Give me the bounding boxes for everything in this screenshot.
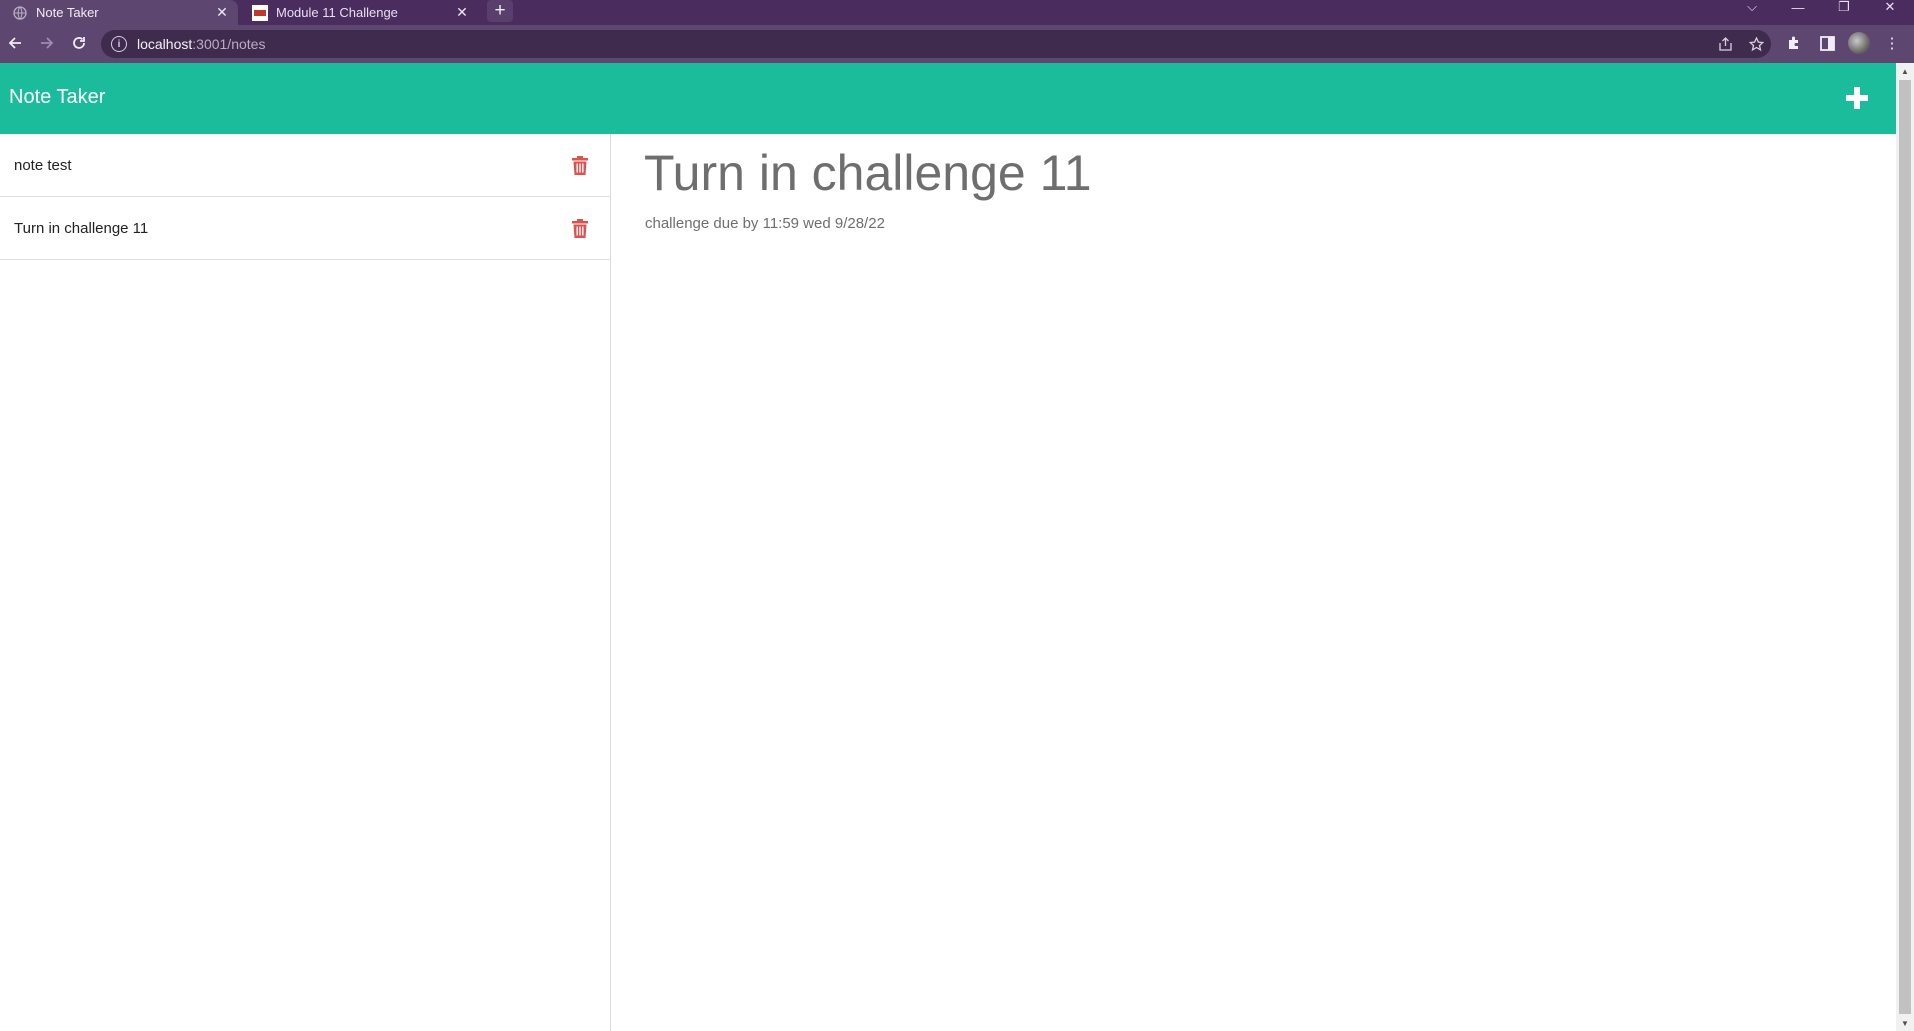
restore-icon[interactable]: ❐ [1826,0,1862,14]
scroll-up-arrow-icon[interactable]: ▲ [1896,63,1914,79]
profile-avatar[interactable] [1845,29,1873,57]
plus-icon [1846,87,1868,109]
back-icon[interactable] [1,29,29,57]
note-title-input[interactable]: Turn in challenge 11 [644,144,1092,202]
app-title[interactable]: Note Taker [9,86,105,109]
site-favicon-icon [252,4,268,21]
url-path: :3001/notes [192,36,266,52]
list-item[interactable]: Turn in challenge 11 [0,197,610,260]
list-item[interactable]: note test [0,134,610,197]
note-title[interactable]: note test [14,157,570,174]
tab-close-icon[interactable]: ✕ [212,3,232,23]
url-host: localhost [137,36,193,52]
scroll-down-arrow-icon[interactable]: ▼ [1896,1015,1914,1031]
browser-toolbar: i localhost:3001/notes ⋮ [0,25,1914,63]
url-text: localhost:3001/notes [137,36,265,52]
menu-icon[interactable]: ⋮ [1878,29,1906,57]
tab-note-taker[interactable]: Note Taker ✕ [0,0,238,25]
extensions-icon[interactable] [1780,29,1808,57]
tab-title: Note Taker [36,5,99,20]
scrollbar-thumb[interactable] [1899,80,1911,1014]
tab-close-icon[interactable]: ✕ [452,3,472,23]
note-editor: Turn in challenge 11 challenge due by 11… [612,134,1896,1031]
browser-tab-strip: Note Taker ✕ Module 11 Challenge ✕ + ⌵ —… [0,0,1914,25]
avatar-image [1848,32,1870,54]
trash-icon[interactable] [570,217,590,239]
reload-icon[interactable] [65,29,93,57]
page-scrollbar[interactable]: ▲ ▼ [1896,63,1914,1031]
tab-module-challenge[interactable]: Module 11 Challenge ✕ [240,0,478,25]
tab-title: Module 11 Challenge [276,5,398,20]
note-title[interactable]: Turn in challenge 11 [14,220,570,237]
app-header: Note Taker [0,63,1896,134]
forward-icon[interactable] [33,29,61,57]
notes-list: note test Turn in challenge 11 [0,134,611,1031]
new-tab-plus-icon[interactable]: + [487,0,513,22]
window-close-icon[interactable]: ✕ [1872,0,1908,14]
side-panel-icon[interactable] [1813,29,1841,57]
tab-search-chevron-icon[interactable]: ⌵ [1734,0,1770,14]
note-textarea[interactable]: challenge due by 11:59 wed 9/28/22 [645,215,885,232]
info-icon[interactable]: i [111,36,127,52]
address-bar[interactable]: i localhost:3001/notes [101,30,1771,58]
globe-icon [12,5,28,21]
share-icon[interactable] [1711,30,1739,58]
star-icon[interactable] [1742,30,1770,58]
add-note-button[interactable] [1841,81,1873,115]
trash-icon[interactable] [570,154,590,176]
minimize-icon[interactable]: — [1780,0,1816,15]
